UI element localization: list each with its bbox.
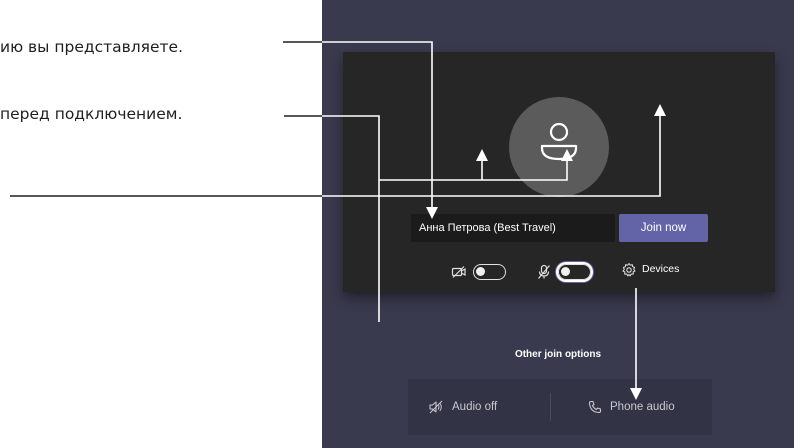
teams-prejoin-screen: Join now Devices <box>322 0 794 448</box>
other-join-options-title: Other join options <box>514 349 602 360</box>
gear-icon[interactable] <box>621 262 637 278</box>
name-input[interactable] <box>411 214 615 242</box>
devices-button[interactable]: Devices <box>642 263 679 275</box>
phone-audio-option[interactable]: Phone audio <box>588 379 675 435</box>
mic-off-icon[interactable] <box>537 264 551 280</box>
avatar <box>509 97 609 197</box>
video-preview: Join now Devices <box>343 52 775 292</box>
callout-text-1: ию вы представляете. <box>0 38 184 56</box>
other-join-options-bar: Audio off Phone audio <box>408 379 712 435</box>
audio-off-option[interactable]: Audio off <box>428 379 497 435</box>
screenshot-root: ию вы представляете. перед подключением.… <box>0 0 794 448</box>
video-off-icon[interactable] <box>451 265 467 279</box>
join-now-button[interactable]: Join now <box>619 214 708 242</box>
options-divider <box>550 393 551 421</box>
phone-audio-label: Phone audio <box>610 401 675 413</box>
toggle-knob <box>476 267 485 276</box>
person-icon <box>540 122 578 161</box>
toggle-knob <box>561 267 570 276</box>
video-toggle[interactable] <box>473 264 506 280</box>
mic-toggle[interactable] <box>558 264 591 280</box>
speaker-off-icon <box>429 400 443 414</box>
audio-off-label: Audio off <box>452 401 498 413</box>
phone-icon <box>588 400 602 414</box>
callout-text-2: перед подключением. <box>0 105 183 123</box>
